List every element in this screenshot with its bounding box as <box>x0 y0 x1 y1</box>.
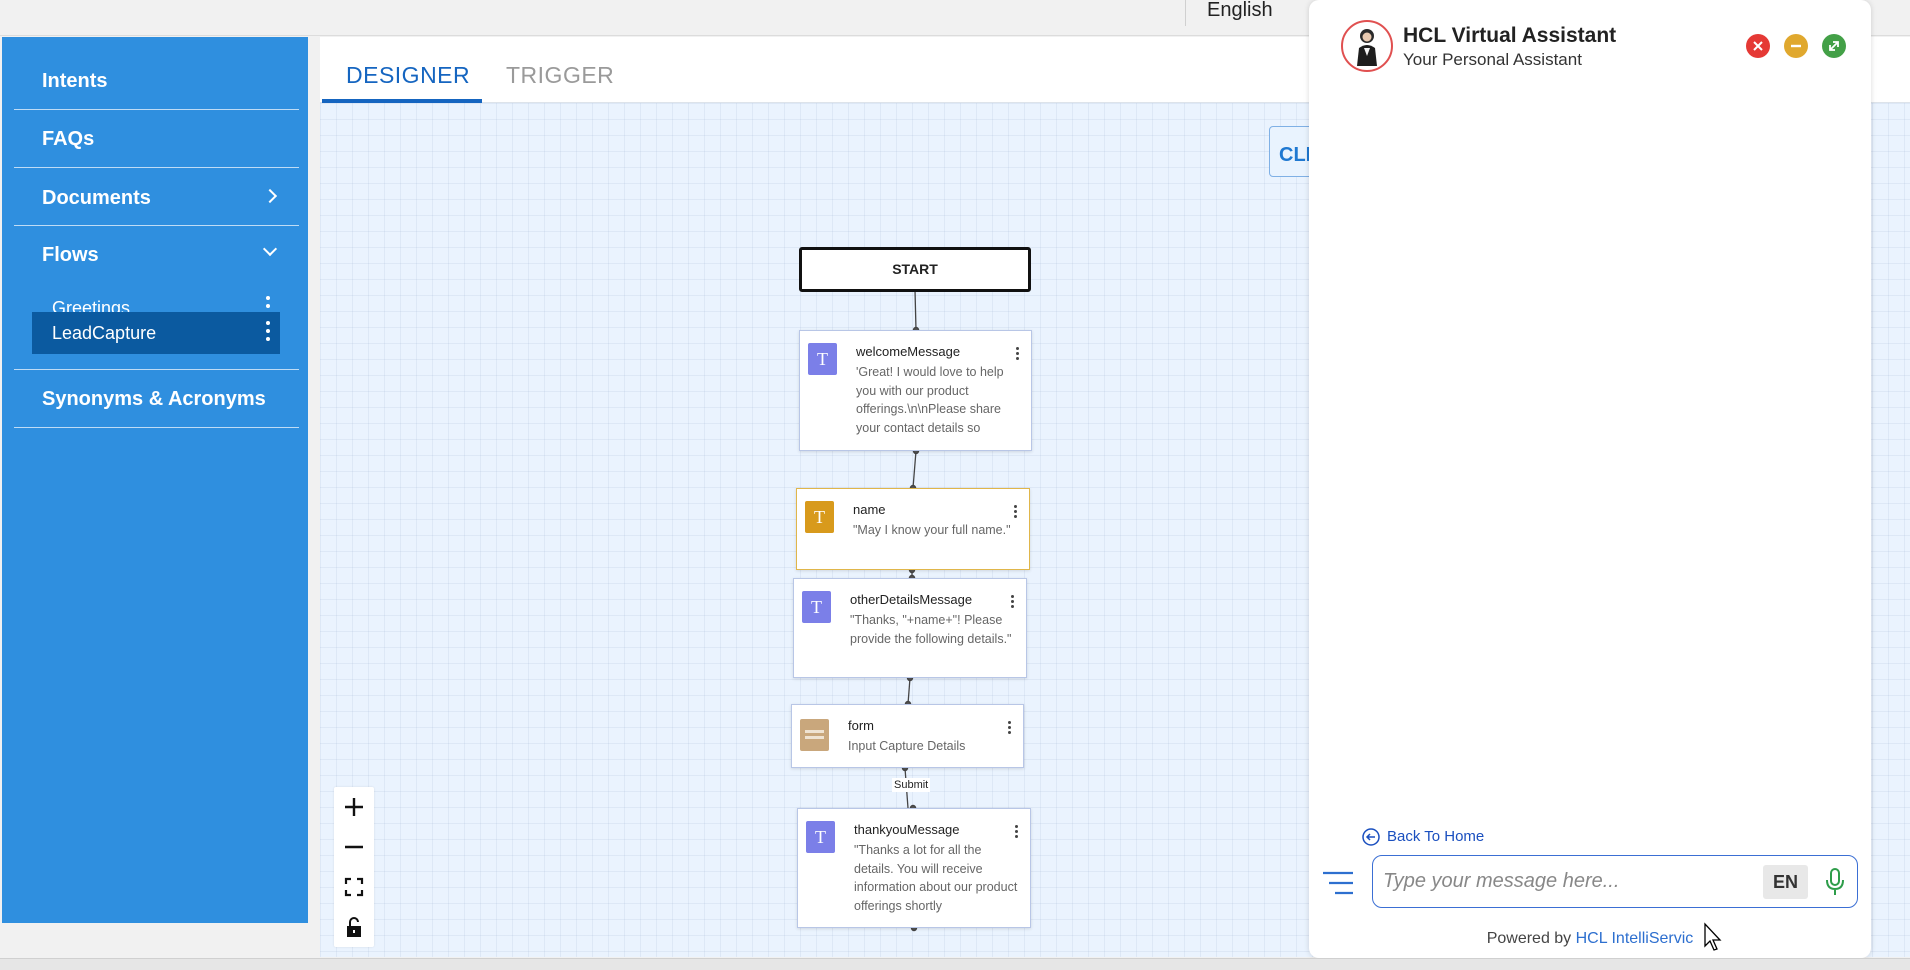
node-title: form <box>848 718 874 733</box>
node-title: name <box>853 502 886 517</box>
node-body: "Thanks, "+name+"! Please provide the fo… <box>850 613 1012 646</box>
powered-by-prefix: Powered by <box>1486 930 1576 947</box>
language-toggle-button[interactable]: EN <box>1763 865 1808 899</box>
powered-by: Powered by HCL IntelliServic <box>1309 930 1871 948</box>
flow-node-name[interactable]: T name "May I know your full name." <box>796 488 1030 570</box>
microphone-button[interactable] <box>1823 867 1847 897</box>
chat-menu-button[interactable] <box>1321 870 1355 896</box>
node-body: "May I know your full name." <box>853 523 1011 537</box>
message-input[interactable] <box>1383 866 1753 896</box>
expand-icon <box>1829 41 1839 51</box>
hamburger-menu-icon <box>1323 871 1353 895</box>
chat-title: HCL Virtual Assistant <box>1403 24 1617 47</box>
node-menu-icon[interactable] <box>1014 505 1017 520</box>
chat-subtitle: Your Personal Assistant <box>1403 50 1582 69</box>
chat-close-button[interactable] <box>1746 34 1770 58</box>
mouse-cursor-icon <box>1704 922 1722 951</box>
message-composer: EN <box>1372 855 1858 908</box>
flow-node-form[interactable]: form Input Capture Details <box>791 704 1024 768</box>
submit-edge-label: Submit <box>892 778 931 792</box>
text-icon: T <box>802 591 831 623</box>
bottom-strip <box>0 958 1910 970</box>
assistant-avatar <box>1341 20 1393 72</box>
chat-expand-button[interactable] <box>1822 34 1846 58</box>
chat-widget: HCL Virtual Assistant Your Personal Assi… <box>1309 0 1871 958</box>
node-title: otherDetailsMessage <box>850 592 973 607</box>
flow-start-node[interactable]: START <box>799 247 1031 292</box>
node-title: thankyouMessage <box>854 822 960 837</box>
powered-by-brand-link[interactable]: HCL IntelliServic <box>1576 930 1694 947</box>
minimize-icon <box>1791 44 1801 48</box>
node-menu-icon[interactable] <box>1015 825 1018 840</box>
form-icon <box>800 719 829 751</box>
node-body: "Thanks a lot for all the details. You w… <box>854 843 1018 913</box>
back-to-home-label: Back To Home <box>1387 828 1485 845</box>
back-arrow-icon <box>1362 828 1380 846</box>
node-body: Input Capture Details <box>848 739 966 753</box>
text-icon: T <box>806 821 835 853</box>
chat-minimize-button[interactable] <box>1784 34 1808 58</box>
node-title: welcomeMessage <box>856 344 961 359</box>
text-input-icon: T <box>805 501 834 533</box>
flow-node-thankyou-message[interactable]: T thankyouMessage "Thanks a lot for all … <box>797 808 1031 928</box>
node-menu-icon[interactable] <box>1011 595 1014 610</box>
flow-node-welcome-message[interactable]: T welcomeMessage 'Great! I would love to… <box>799 330 1032 451</box>
text-icon: T <box>808 343 837 375</box>
flow-node-other-details-message[interactable]: T otherDetailsMessage "Thanks, "+name+"!… <box>793 578 1027 678</box>
close-icon <box>1753 41 1763 51</box>
microphone-icon <box>1826 868 1844 895</box>
node-menu-icon[interactable] <box>1016 347 1019 362</box>
node-menu-icon[interactable] <box>1008 721 1011 736</box>
node-body: 'Great! I would love to help you with ou… <box>856 365 1004 435</box>
